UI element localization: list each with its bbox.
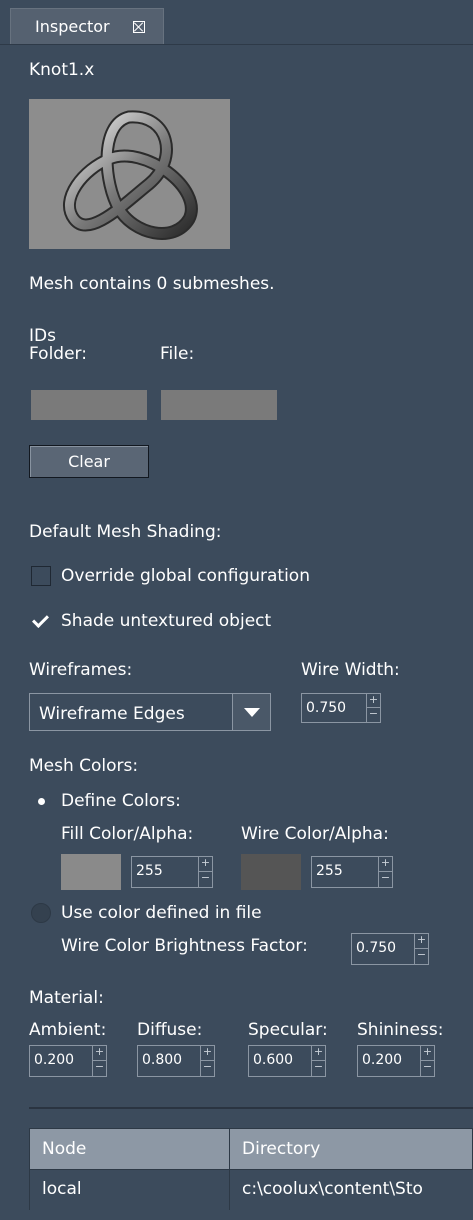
decrement-icon[interactable]: − — [199, 872, 212, 887]
brightness-label: Wire Color Brightness Factor: — [61, 936, 308, 956]
wire-alpha-stepper[interactable]: 255 + − — [311, 856, 393, 888]
file-name: Knot1.x — [29, 60, 95, 80]
mesh-colors-title: Mesh Colors: — [29, 756, 139, 776]
increment-icon[interactable]: + — [199, 857, 212, 872]
fill-color-label: Fill Color/Alpha: — [61, 824, 194, 844]
wire-width-label: Wire Width: — [301, 660, 400, 680]
mesh-preview — [29, 99, 230, 249]
fill-color-swatch[interactable] — [61, 854, 121, 890]
ids-title: IDs — [29, 326, 56, 346]
shade-untextured-checkbox[interactable] — [31, 611, 51, 631]
shininess-stepper[interactable]: 0.200 + − — [357, 1045, 435, 1077]
decrement-icon[interactable]: − — [312, 1061, 325, 1076]
decrement-icon[interactable]: − — [421, 1061, 434, 1076]
fill-alpha-value: 255 — [136, 863, 163, 879]
diffuse-stepper[interactable]: 0.800 + − — [137, 1045, 215, 1077]
decrement-icon[interactable]: − — [379, 872, 392, 887]
shade-untextured-label: Shade untextured object — [61, 611, 272, 631]
increment-icon[interactable]: + — [415, 934, 428, 949]
specular-stepper[interactable]: 0.600 + − — [248, 1045, 326, 1077]
shininess-value: 0.200 — [362, 1052, 403, 1068]
diffuse-value: 0.800 — [142, 1052, 183, 1068]
shading-title: Default Mesh Shading: — [29, 522, 222, 542]
shininess-label: Shininess: — [357, 1020, 444, 1040]
table-cell-directory[interactable]: c:\coolux\content\Sto — [230, 1170, 473, 1210]
diffuse-label: Diffuse: — [137, 1020, 203, 1040]
column-header-directory[interactable]: Directory — [230, 1128, 473, 1170]
tab-label: Inspector — [35, 17, 110, 36]
define-colors-radio[interactable] — [31, 791, 51, 811]
define-colors-label: Define Colors: — [61, 791, 181, 811]
increment-icon[interactable]: + — [93, 1046, 106, 1061]
material-title: Material: — [29, 988, 104, 1008]
ambient-label: Ambient: — [29, 1020, 107, 1040]
tab-inspector[interactable]: Inspector — [10, 8, 164, 44]
wire-color-label: Wire Color/Alpha: — [241, 824, 389, 844]
increment-icon[interactable]: + — [367, 694, 380, 708]
brightness-stepper[interactable]: 0.750 + − — [351, 933, 429, 965]
submesh-info: Mesh contains 0 submeshes. — [29, 274, 275, 294]
table-cell-node[interactable]: local — [29, 1170, 230, 1210]
section-divider — [29, 1107, 473, 1109]
override-checkbox[interactable] — [31, 566, 51, 586]
folder-label: Folder: — [29, 344, 87, 364]
use-file-color-label: Use color defined in file — [61, 903, 262, 923]
file-id-field[interactable] — [161, 390, 277, 420]
check-icon — [32, 611, 49, 628]
column-header-node[interactable]: Node — [29, 1128, 230, 1170]
close-icon[interactable] — [133, 21, 145, 33]
specular-value: 0.600 — [253, 1052, 294, 1068]
use-file-color-radio[interactable] — [31, 903, 51, 923]
decrement-icon[interactable]: − — [93, 1061, 106, 1076]
brightness-value: 0.750 — [356, 940, 397, 956]
increment-icon[interactable]: + — [312, 1046, 325, 1061]
increment-icon[interactable]: + — [201, 1046, 214, 1061]
knot-preview-image — [63, 110, 198, 240]
decrement-icon[interactable]: − — [415, 949, 428, 964]
specular-label: Specular: — [248, 1020, 328, 1040]
wireframes-select[interactable]: Wireframe Edges — [29, 693, 271, 731]
tab-bar: Inspector — [0, 0, 473, 45]
wireframes-selected: Wireframe Edges — [39, 704, 185, 724]
ambient-stepper[interactable]: 0.200 + − — [29, 1045, 107, 1077]
wireframes-label: Wireframes: — [29, 660, 133, 680]
chevron-down-icon[interactable] — [232, 694, 270, 730]
wire-width-value: 0.750 — [306, 700, 347, 716]
wire-alpha-value: 255 — [316, 863, 343, 879]
decrement-icon[interactable]: − — [367, 708, 380, 722]
ambient-value: 0.200 — [34, 1052, 75, 1068]
increment-icon[interactable]: + — [379, 857, 392, 872]
fill-alpha-stepper[interactable]: 255 + − — [131, 856, 213, 888]
wire-color-swatch[interactable] — [241, 854, 301, 890]
increment-icon[interactable]: + — [421, 1046, 434, 1061]
override-label: Override global configuration — [61, 566, 310, 586]
wire-width-stepper[interactable]: 0.750 + − — [301, 693, 381, 723]
clear-button[interactable]: Clear — [29, 445, 149, 478]
file-label: File: — [160, 344, 195, 364]
decrement-icon[interactable]: − — [201, 1061, 214, 1076]
folder-id-field[interactable] — [31, 390, 147, 420]
